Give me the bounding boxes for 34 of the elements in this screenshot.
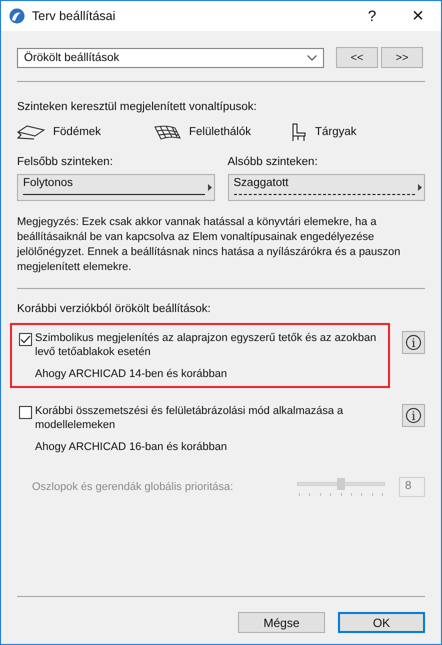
field-label: Felsőbb szinteken: (17, 156, 114, 168)
checkbox-label: Korábbi összemetszési és felületábrázolási mód alkalmazása a modellelemeken (35, 404, 344, 432)
previous-button[interactable]: << (336, 47, 378, 68)
element-type-label: Födémek (53, 126, 101, 138)
priority-label: Oszlopok és gerendák globális prioritása: (32, 481, 234, 493)
window-title: Terv beállításai (32, 9, 116, 23)
close-button[interactable]: × (395, 1, 441, 31)
preset-dropdown[interactable]: Örökölt beállítások (17, 48, 324, 68)
slab-icon (17, 124, 45, 140)
version-note: Ahogy ARCHICAD 16-ban és korábban (35, 441, 228, 453)
chevron-down-icon (307, 54, 317, 60)
element-type-label: Tárgyak (315, 126, 357, 138)
section-heading: Korábbi verziókból örökölt beállítások: (17, 303, 212, 315)
triangle-right-icon (208, 184, 212, 191)
line-type-picker[interactable]: Folytonos (17, 174, 214, 201)
checkbox-label: Szimbolikus megjelenítés az alaprajzon egyszerű tetők és az azokban levő tetőablakok esetén (35, 331, 378, 359)
line-type-picker[interactable]: Szaggatott (228, 174, 425, 201)
triangle-right-icon (418, 184, 422, 191)
mesh-icon (153, 124, 181, 140)
app-logo-icon (9, 8, 25, 24)
section-heading: Szinteken keresztül megjelenített vonaltípusok: (17, 101, 258, 113)
next-button[interactable]: >> (381, 47, 423, 68)
help-button[interactable]: ? (349, 1, 395, 31)
field-label: Alsóbb szinteken: (228, 156, 319, 168)
info-button[interactable]: i (402, 404, 425, 427)
checkbox[interactable] (19, 406, 32, 419)
version-note: Ahogy ARCHICAD 14-ben és korábban (35, 368, 228, 380)
priority-slider[interactable] (297, 478, 385, 496)
dialog-button[interactable]: Mégse (238, 612, 325, 633)
note-paragraph: Megjegyzés: Ezek csak akkor vannak hatással a könyvtári elemekre, ha a beállításaiknál be van kapcsolva az Elem vonaltípusainak engedélyezése jelölőnégyzet. Ennek a beállításnak nincs hatása a nyílászárókra és a pauszon megjelenített elemekre. (17, 215, 402, 275)
element-type-label: Felülethálók (189, 126, 252, 138)
info-button[interactable]: i (402, 331, 425, 354)
checkbox[interactable] (19, 333, 32, 346)
dialog-button[interactable]: OK (338, 612, 425, 633)
